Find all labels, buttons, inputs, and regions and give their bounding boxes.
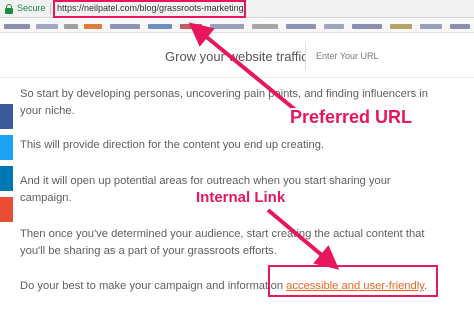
internal-link-arrow [266, 208, 340, 270]
annotation-arrows [188, 22, 340, 270]
preferred-url-callout: Preferred URL [290, 107, 413, 127]
preferred-url-arrow [188, 22, 300, 114]
internal-link-callout: Internal Link [196, 189, 286, 206]
